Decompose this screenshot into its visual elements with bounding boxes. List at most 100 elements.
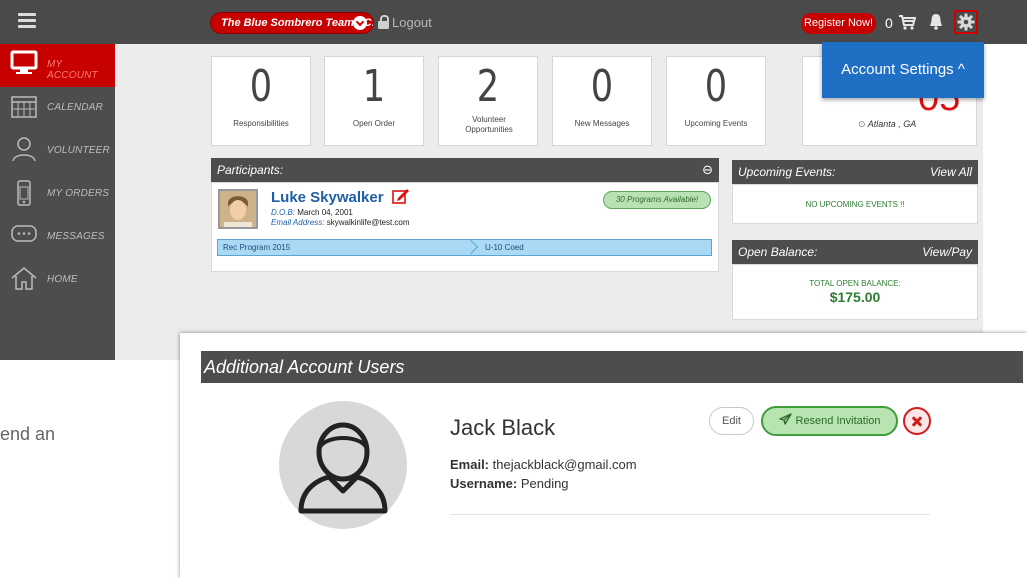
sidebar-item-my-orders[interactable]: MY ORDERS xyxy=(0,173,115,216)
home-icon xyxy=(11,267,37,290)
stat-value: 0 xyxy=(590,61,614,112)
stat-upcoming-events[interactable]: 0 Upcoming Events xyxy=(666,56,766,146)
logout-link[interactable]: Logout xyxy=(378,13,432,33)
view-pay-link[interactable]: View/Pay xyxy=(922,240,972,264)
calendar-icon xyxy=(11,96,37,118)
background-page-text: end an xyxy=(0,424,56,444)
programs-available-badge[interactable]: 30 Programs Available! xyxy=(603,191,711,209)
divider xyxy=(450,514,930,515)
sidebar-item-label: MY ORDERS xyxy=(47,188,110,199)
upcoming-events-header: Upcoming Events: View All xyxy=(732,160,978,184)
edit-user-button[interactable]: Edit xyxy=(709,407,754,435)
sidebar-item-volunteer[interactable]: VOLUNTEER xyxy=(0,130,115,173)
lock-icon xyxy=(378,15,389,29)
chevron-down-icon xyxy=(353,16,367,30)
participants-title: Participants: xyxy=(217,163,284,177)
participants-header: Participants: ⊖ xyxy=(211,158,719,182)
sidebar-item-label: MESSAGES xyxy=(47,231,105,242)
resend-invitation-button[interactable]: Resend Invitation xyxy=(761,406,898,436)
top-bar: The Blue Sombrero Team - C... Logout Reg… xyxy=(0,0,1027,44)
logout-label: Logout xyxy=(392,15,432,30)
cart-icon[interactable] xyxy=(898,14,916,30)
resend-invitation-label: Resend Invitation xyxy=(795,415,881,427)
stat-value: 1 xyxy=(362,61,386,112)
collapse-icon[interactable]: ⊖ xyxy=(702,158,713,182)
person-icon xyxy=(12,137,36,162)
cart-count: 0 xyxy=(885,15,893,31)
user-silhouette-icon xyxy=(298,422,388,514)
remove-user-button[interactable] xyxy=(903,407,931,435)
team-select[interactable]: The Blue Sombrero Team - C... xyxy=(210,12,374,34)
team-select-value: The Blue Sombrero Team - C... xyxy=(221,17,374,29)
stat-caption: New Messages xyxy=(574,119,630,128)
participant-email: Email Address: skywalkinlife@test.com xyxy=(271,218,410,227)
app-root: end an The Blue Sombrero Team - C... Log… xyxy=(0,0,1027,578)
user-avatar xyxy=(279,401,407,529)
stat-open-order[interactable]: 1 Open Order xyxy=(324,56,424,146)
balance-amount: $175.00 xyxy=(829,289,881,305)
send-icon xyxy=(778,413,792,425)
monitor-icon xyxy=(10,50,38,74)
stat-value: 2 xyxy=(476,61,500,112)
program-division: U-10 Coed xyxy=(485,243,524,252)
weather-location-text: Atlanta , GA xyxy=(867,119,917,129)
user-email-label: Email: xyxy=(450,457,490,472)
open-balance-title: Open Balance: xyxy=(738,245,818,259)
participant-avatar xyxy=(218,189,258,229)
email-label: Email Address: xyxy=(271,218,325,227)
sidebar-item-label: MY ACCOUNT xyxy=(47,59,98,81)
no-events-text: NO UPCOMING EVENTS !! xyxy=(805,200,905,209)
phone-icon xyxy=(17,180,31,206)
stat-caption: Upcoming Events xyxy=(684,119,748,128)
location-pin-icon: ⊙ xyxy=(858,119,866,129)
stat-value: 0 xyxy=(249,61,273,112)
sidebar-item-my-account[interactable]: MY ACCOUNT xyxy=(0,44,115,87)
dob-value: March 04, 2001 xyxy=(297,208,353,217)
edit-icon[interactable] xyxy=(391,188,410,204)
sidebar-item-messages[interactable]: MESSAGES xyxy=(0,216,115,259)
stat-caption: Volunteer Opportunities xyxy=(465,115,513,134)
upcoming-events-title: Upcoming Events: xyxy=(738,165,836,179)
dob-label: D.O.B: xyxy=(271,208,296,217)
sidebar-item-label: HOME xyxy=(47,274,78,285)
stat-value: 0 xyxy=(704,61,728,112)
chat-icon xyxy=(11,225,37,242)
sidebar-item-label: VOLUNTEER xyxy=(47,145,110,156)
open-balance-header: Open Balance: View/Pay xyxy=(732,240,978,264)
participant-photo-icon xyxy=(220,191,256,227)
additional-users-card: Additional Account Users Jack Black Emai… xyxy=(180,333,1027,578)
user-email: Email: thejackblack@gmail.com xyxy=(450,457,637,472)
email-value: skywalkinlife@test.com xyxy=(326,218,410,227)
stat-volunteer-opportunities[interactable]: 2 Volunteer Opportunities xyxy=(438,56,538,146)
upcoming-events-body: NO UPCOMING EVENTS !! xyxy=(732,184,978,224)
additional-users-title: Additional Account Users xyxy=(201,351,1023,383)
sidebar-item-home[interactable]: HOME xyxy=(0,259,115,302)
stat-responsibilities[interactable]: 0 Responsibilities xyxy=(211,56,311,146)
balance-label: TOTAL OPEN BALANCE: xyxy=(809,279,901,288)
hamburger-menu-icon[interactable] xyxy=(18,13,36,29)
gear-icon xyxy=(957,13,975,31)
account-settings-dropdown[interactable]: Account Settings ^ xyxy=(822,42,984,98)
settings-button[interactable] xyxy=(954,10,978,34)
sidebar-item-label: CALENDAR xyxy=(47,102,104,113)
sidebar: MY ACCOUNT CALENDAR VOLUNTEER MY ORDERS … xyxy=(0,44,115,360)
participant-name: Luke Skywalker xyxy=(271,189,384,206)
stat-new-messages[interactable]: 0 New Messages xyxy=(552,56,652,146)
participant-card: Luke Skywalker D.O.B: March 04, 2001 Ema… xyxy=(211,182,719,272)
register-now-button[interactable]: Register Now! xyxy=(801,13,876,34)
bell-icon[interactable] xyxy=(929,13,943,30)
sidebar-item-calendar[interactable]: CALENDAR xyxy=(0,87,115,130)
user-username: Username: Pending xyxy=(450,476,569,491)
participant-dob: D.O.B: March 04, 2001 xyxy=(271,208,353,217)
user-name: Jack Black xyxy=(450,415,556,440)
weather-location: ⊙ Atlanta , GA xyxy=(858,119,916,130)
stat-caption: Open Order xyxy=(352,119,396,128)
participant-name-link[interactable]: Luke Skywalker xyxy=(271,188,410,206)
user-username-value: Pending xyxy=(520,476,569,491)
view-all-link[interactable]: View All xyxy=(930,160,972,184)
user-username-label: Username: xyxy=(450,476,518,491)
open-balance-body: TOTAL OPEN BALANCE: $175.00 xyxy=(732,264,978,320)
program-bar[interactable]: Rec Program 2015 U-10 Coed xyxy=(217,239,712,256)
stat-caption: Responsibilities xyxy=(233,119,289,128)
user-email-value: thejackblack@gmail.com xyxy=(492,457,637,472)
